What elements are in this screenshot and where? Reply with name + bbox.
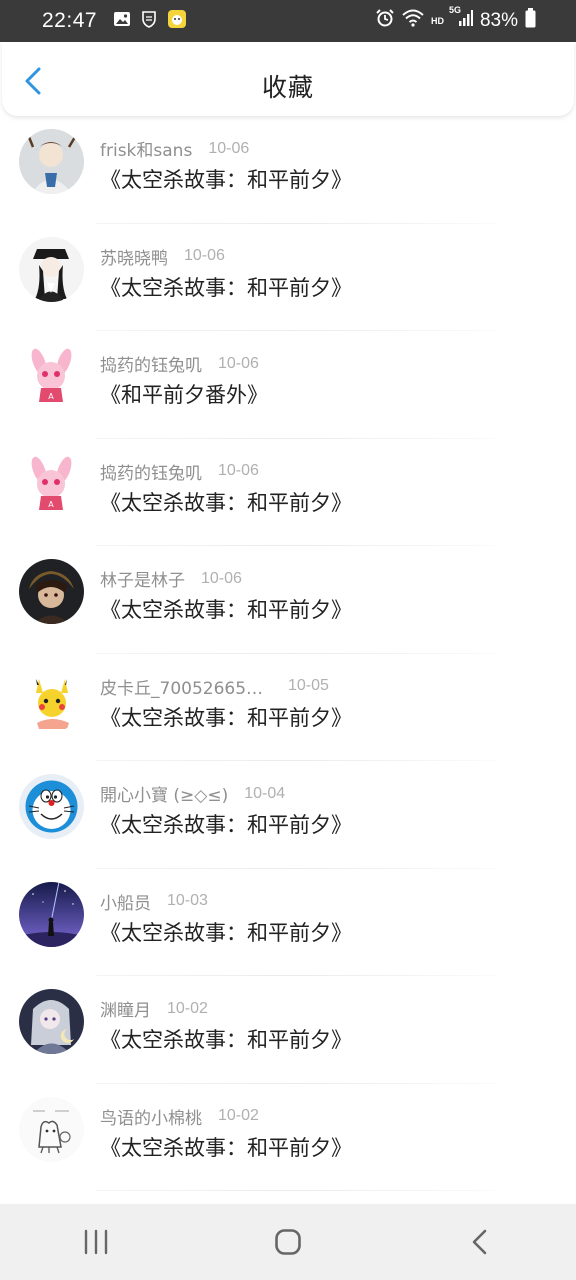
avatar[interactable] [19, 666, 84, 732]
wifi-icon [402, 9, 424, 33]
date: 10-04 [244, 784, 286, 802]
status-time: 22:47 [42, 9, 98, 32]
avatar[interactable] [19, 774, 84, 839]
signal-icon: 5G [449, 5, 473, 33]
work-title[interactable]: 《太空杀故事：和平前夕》 [100, 809, 352, 839]
list-item[interactable]: 林子是林子 10-06 《太空杀故事：和平前夕》 [0, 546, 576, 654]
list-item[interactable]: A 捣药的钰兔叽 10-06 《和平前夕番外》 [0, 331, 576, 439]
svg-text:A: A [48, 500, 54, 509]
gallery-icon [113, 11, 131, 31]
item-meta: 苏晓晓鸭 10-06 [100, 244, 225, 269]
item-meta: 捣药的钰兔叽 10-06 [100, 351, 259, 377]
username[interactable]: 皮卡丘_700526659... [100, 674, 272, 699]
username[interactable]: 苏晓晓鸭 [100, 244, 168, 269]
item-meta: 小船员 10-03 [100, 889, 208, 914]
username[interactable]: frisk和sans [100, 136, 192, 161]
status-left: 22:47 [42, 9, 187, 33]
item-meta: 皮卡丘_700526659... 10-05 [100, 674, 329, 699]
date: 10-06 [218, 462, 259, 479]
username[interactable]: 捣药的钰兔叽 [100, 351, 202, 376]
avatar[interactable] [19, 881, 84, 947]
date: 10-02 [167, 999, 208, 1017]
username[interactable]: 開心小寶 (≥◇≤) [100, 781, 228, 806]
date: 10-05 [288, 677, 329, 694]
status-right: HD 5G 83% [375, 5, 536, 34]
item-meta: 捣药的钰兔叽 10-06 [100, 459, 259, 484]
avatar[interactable] [19, 559, 84, 624]
svg-text:A: A [48, 392, 54, 401]
list-item[interactable]: 渊瞳月 10-02 《太空杀故事：和平前夕》 [0, 976, 576, 1084]
work-title[interactable]: 《太空杀故事：和平前夕》 [100, 487, 352, 517]
work-title[interactable]: 《太空杀故事：和平前夕》 [100, 1132, 352, 1162]
work-title[interactable]: 《太空杀故事：和平前夕》 [100, 917, 352, 947]
favorites-list: frisk和sans 10-06 《太空杀故事：和平前夕》 苏晓晓鸭 10-06… [0, 116, 576, 1191]
network-type: HD [430, 16, 444, 26]
username[interactable]: 渊瞳月 [100, 996, 151, 1021]
username[interactable]: 鸟语的小棉桃 [100, 1104, 202, 1129]
system-back-button[interactable] [450, 1212, 510, 1272]
alarm-icon [375, 8, 395, 34]
recent-apps-icon [84, 1229, 108, 1255]
date: 10-06 [184, 247, 225, 264]
signal-label: 5G [448, 5, 461, 15]
username[interactable]: 小船员 [100, 889, 151, 914]
item-meta: 林子是林子 10-06 [100, 566, 242, 592]
date: 10-06 [208, 139, 250, 157]
home-icon [275, 1229, 301, 1255]
shield-app-icon [141, 10, 157, 32]
app-header: 收藏 [2, 42, 574, 116]
list-item[interactable]: A 捣药的钰兔叽 10-06 《太空杀故事：和平前夕》 [0, 439, 576, 546]
avatar[interactable] [19, 989, 84, 1054]
avatar[interactable]: A [19, 344, 84, 409]
system-nav-bar [0, 1204, 576, 1280]
username[interactable]: 捣药的钰兔叽 [100, 459, 202, 484]
username[interactable]: 林子是林子 [100, 566, 185, 591]
list-item[interactable]: 皮卡丘_700526659... 10-05 《太空杀故事：和平前夕》 [0, 654, 576, 761]
date: 10-06 [218, 354, 259, 372]
list-item[interactable]: 苏晓晓鸭 10-06 《太空杀故事：和平前夕》 [0, 224, 576, 331]
item-meta: 渊瞳月 10-02 [100, 996, 208, 1022]
work-title[interactable]: 《太空杀故事：和平前夕》 [100, 702, 352, 732]
work-title[interactable]: 《太空杀故事：和平前夕》 [100, 272, 352, 302]
item-meta: frisk和sans 10-06 [100, 136, 250, 162]
avatar[interactable] [19, 236, 84, 302]
home-button[interactable] [258, 1212, 318, 1272]
battery-icon [525, 8, 536, 34]
page-title: 收藏 [261, 73, 314, 102]
yellow-app-icon [167, 9, 187, 33]
avatar[interactable] [19, 1096, 84, 1162]
work-title[interactable]: 《和平前夕番外》 [100, 379, 268, 409]
recent-apps-button[interactable] [66, 1212, 126, 1272]
avatar[interactable] [19, 129, 84, 194]
date: 10-06 [201, 569, 242, 587]
avatar[interactable]: A [19, 451, 84, 517]
work-title[interactable]: 《太空杀故事：和平前夕》 [100, 164, 352, 194]
date: 10-02 [218, 1107, 259, 1124]
list-item[interactable]: frisk和sans 10-06 《太空杀故事：和平前夕》 [0, 116, 576, 224]
work-title[interactable]: 《太空杀故事：和平前夕》 [100, 1024, 352, 1054]
divider [96, 1190, 496, 1191]
back-icon [472, 1229, 487, 1255]
date: 10-03 [167, 892, 208, 909]
list-item[interactable]: 鸟语的小棉桃 10-02 《太空杀故事：和平前夕》 [0, 1084, 576, 1191]
status-bar: 22:47 HD 5G 83% [0, 0, 576, 42]
list-item[interactable]: 開心小寶 (≥◇≤) 10-04 《太空杀故事：和平前夕》 [0, 761, 576, 869]
battery-percent: 83% [479, 10, 518, 31]
item-meta: 鸟语的小棉桃 10-02 [100, 1104, 259, 1129]
list-item[interactable]: 小船员 10-03 《太空杀故事：和平前夕》 [0, 869, 576, 976]
item-meta: 開心小寶 (≥◇≤) 10-04 [100, 781, 286, 807]
work-title[interactable]: 《太空杀故事：和平前夕》 [100, 594, 352, 624]
